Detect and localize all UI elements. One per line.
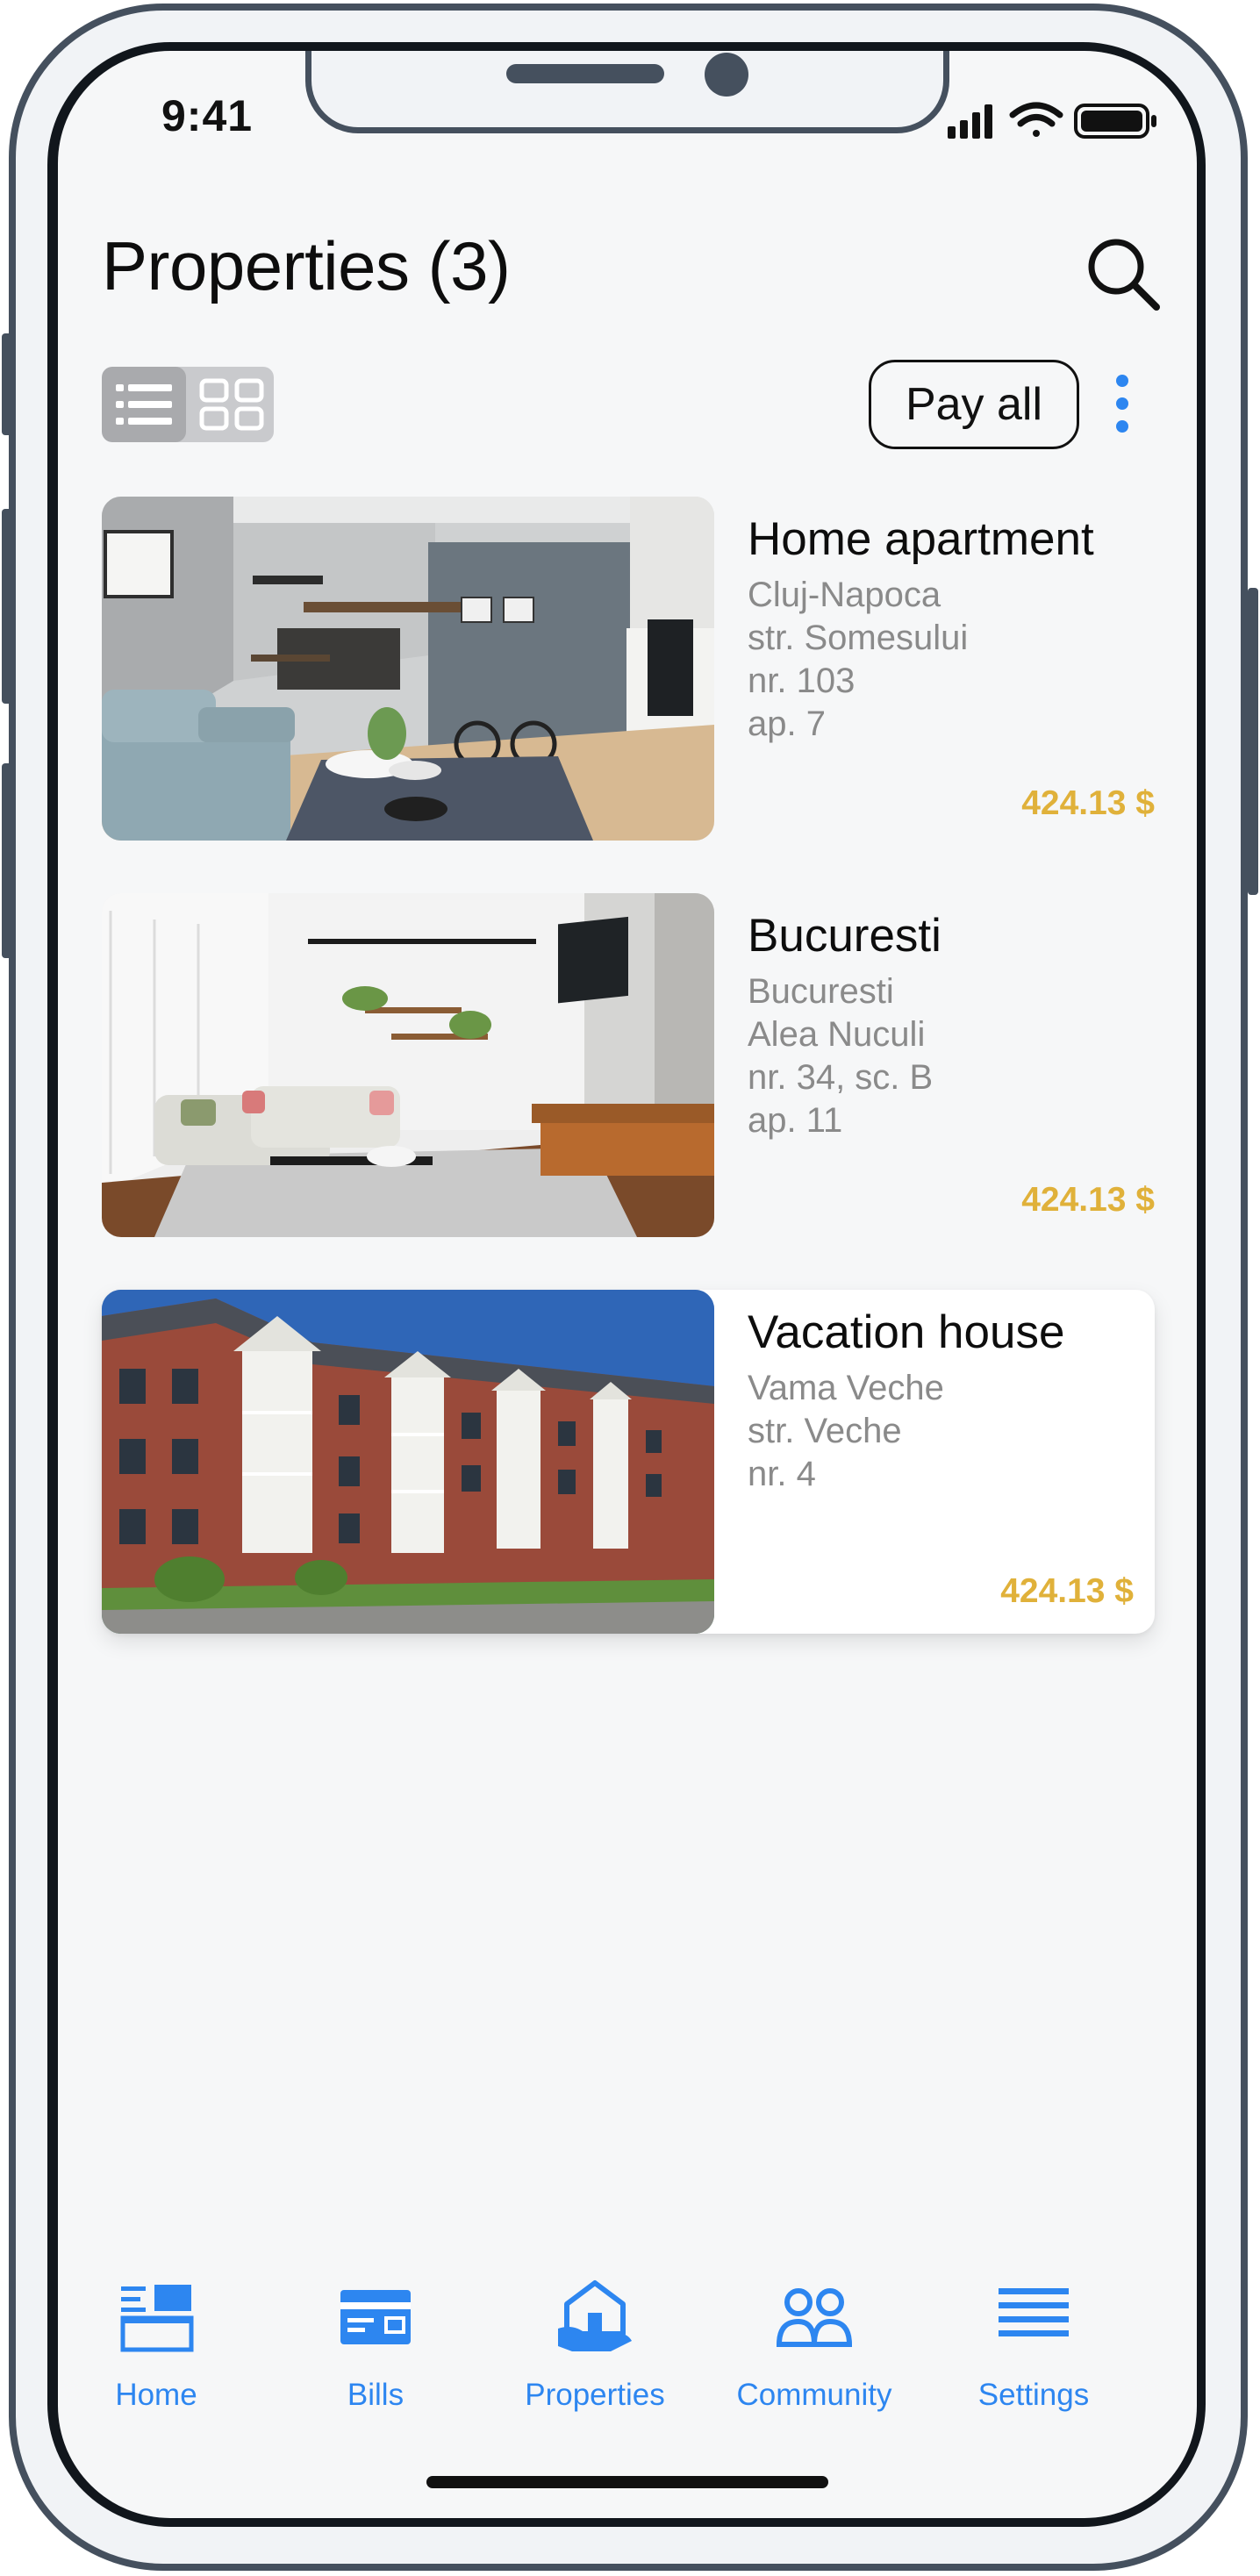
- property-price: 424.13 $: [1000, 1572, 1134, 1610]
- property-photo-living-room: [102, 497, 714, 841]
- tab-home[interactable]: Home: [60, 2279, 253, 2420]
- property-name: Bucuresti: [748, 910, 941, 962]
- page-title: Properties (3): [102, 227, 511, 304]
- tab-label: Bills: [347, 2378, 404, 2412]
- tab-settings[interactable]: Settings: [937, 2279, 1130, 2420]
- address-street: str. Veche: [748, 1412, 902, 1450]
- settings-lines-icon: [999, 2288, 1069, 2336]
- address-number: nr. 4: [748, 1455, 816, 1493]
- address-number: nr. 34, sc. B: [748, 1058, 934, 1097]
- property-address: Cluj-Napoca str. Somesului nr. 103 ap. 7: [748, 574, 968, 746]
- list-view-icon: [116, 384, 172, 425]
- address-city: Vama Veche: [748, 1369, 944, 1407]
- property-price: 424.13 $: [1021, 784, 1155, 822]
- address-city: Bucuresti: [748, 972, 894, 1011]
- view-toggle: [102, 367, 274, 442]
- tab-properties[interactable]: Properties: [498, 2279, 691, 2420]
- status-icons: [948, 102, 1156, 139]
- front-camera: [705, 53, 748, 97]
- cellular-signal-icon: [948, 104, 992, 139]
- address-city: Cluj-Napoca: [748, 576, 941, 614]
- address-number: nr. 103: [748, 662, 856, 700]
- power-button: [1248, 588, 1258, 895]
- property-address: Vama Veche str. Veche nr. 4: [748, 1367, 944, 1496]
- bills-card-icon: [340, 2290, 411, 2344]
- tab-label: Properties: [525, 2378, 665, 2412]
- pay-all-button[interactable]: Pay all: [869, 360, 1079, 449]
- property-name: Home apartment: [748, 513, 1094, 565]
- address-street: str. Somesului: [748, 619, 969, 657]
- property-photo-apartment-building: [102, 1290, 714, 1634]
- property-card-vacation-house[interactable]: Vacation house Vama Veche str. Veche nr.…: [102, 1290, 1155, 1634]
- property-address: Bucuresti Alea Nuculi nr. 34, sc. B ap. …: [748, 970, 933, 1142]
- bottom-tab-bar: Home Bills Properties Community Settings: [58, 2279, 1197, 2420]
- app-screen: 9:41 Properties (3) Pay all Home apartme…: [58, 51, 1197, 2518]
- list-view-button[interactable]: [102, 367, 186, 442]
- search-icon[interactable]: [1085, 235, 1162, 312]
- status-time: 9:41: [161, 91, 254, 140]
- address-apartment: ap. 7: [748, 705, 826, 743]
- wifi-icon: [1009, 102, 1063, 137]
- grid-view-icon: [199, 378, 264, 431]
- battery-icon: [1074, 104, 1156, 139]
- property-price: 424.13 $: [1021, 1181, 1155, 1219]
- property-card-bucuresti[interactable]: Bucuresti Bucuresti Alea Nuculi nr. 34, …: [102, 893, 1155, 1237]
- speaker-grille: [506, 64, 664, 83]
- tab-community[interactable]: Community: [718, 2279, 911, 2420]
- notch: [305, 51, 949, 133]
- property-name: Vacation house: [748, 1306, 1065, 1358]
- tab-label: Settings: [977, 2378, 1090, 2412]
- tab-bills[interactable]: Bills: [279, 2279, 472, 2420]
- property-photo-bright-living-room: [102, 893, 714, 1237]
- home-indicator[interactable]: [426, 2476, 828, 2488]
- property-card-home-apartment[interactable]: Home apartment Cluj-Napoca str. Somesulu…: [102, 497, 1155, 841]
- community-people-icon: [776, 2288, 853, 2347]
- more-options-icon[interactable]: [1109, 369, 1135, 439]
- tab-label: Home: [115, 2378, 197, 2412]
- home-dashboard-icon: [120, 2285, 194, 2352]
- address-street: Alea Nuculi: [748, 1015, 926, 1054]
- properties-house-icon: [558, 2280, 632, 2351]
- address-apartment: ap. 11: [748, 1101, 843, 1140]
- tab-label: Community: [736, 2378, 892, 2412]
- grid-view-button[interactable]: [190, 367, 274, 442]
